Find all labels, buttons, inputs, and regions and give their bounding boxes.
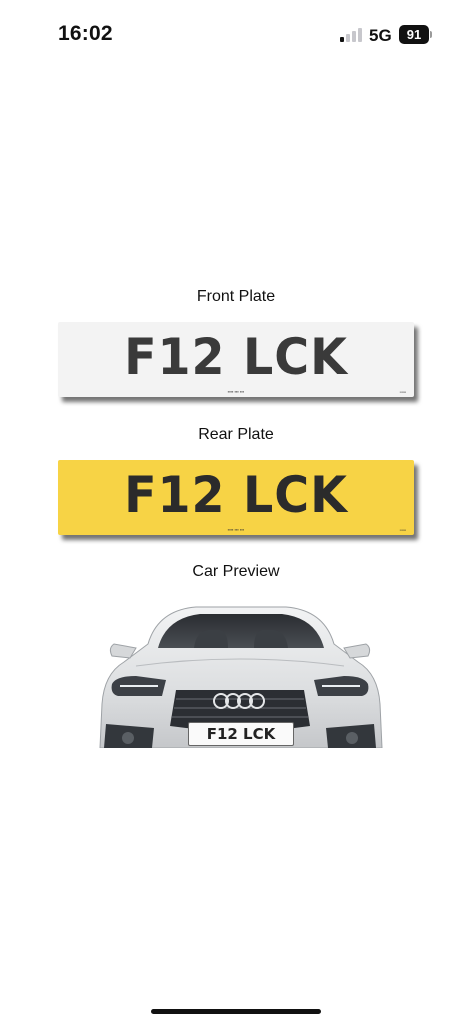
front-plate: F12 LCK ▪▪▪▪ ▪▪▪ ▪▪▪ ▪▪▪▪▪▪ — [58, 322, 414, 397]
home-indicator[interactable] — [151, 1009, 321, 1014]
rear-plate-registration: F12 LCK — [124, 466, 348, 524]
front-plate-dealer-mark: ▪▪▪▪ ▪▪▪ ▪▪▪ — [227, 389, 245, 394]
battery-tip — [430, 31, 432, 38]
battery-icon: 91 — [399, 25, 429, 44]
front-plate-registration: F12 LCK — [124, 328, 348, 386]
status-bar: 16:02 5G 91 — [0, 0, 472, 64]
rear-plate-title: Rear Plate — [198, 426, 274, 443]
car-preview-image: F12 LCK — [96, 604, 384, 748]
rear-plate-dealer-mark: ▪▪▪▪ ▪▪▪ ▪▪▪ — [227, 527, 245, 532]
rear-plate-supplier-mark: ▪▪▪▪▪▪ — [399, 528, 406, 532]
front-plate-supplier-mark: ▪▪▪▪▪▪ — [399, 390, 406, 394]
network-type: 5G — [369, 26, 392, 45]
status-time: 16:02 — [58, 22, 113, 45]
signal-icon — [340, 28, 362, 42]
rear-plate: F12 LCK ▪▪▪▪ ▪▪▪ ▪▪▪ ▪▪▪▪▪▪ — [58, 460, 414, 535]
car-preview-title: Car Preview — [192, 563, 280, 580]
car-preview-plate: F12 LCK — [188, 722, 294, 746]
front-plate-title: Front Plate — [196, 288, 276, 305]
